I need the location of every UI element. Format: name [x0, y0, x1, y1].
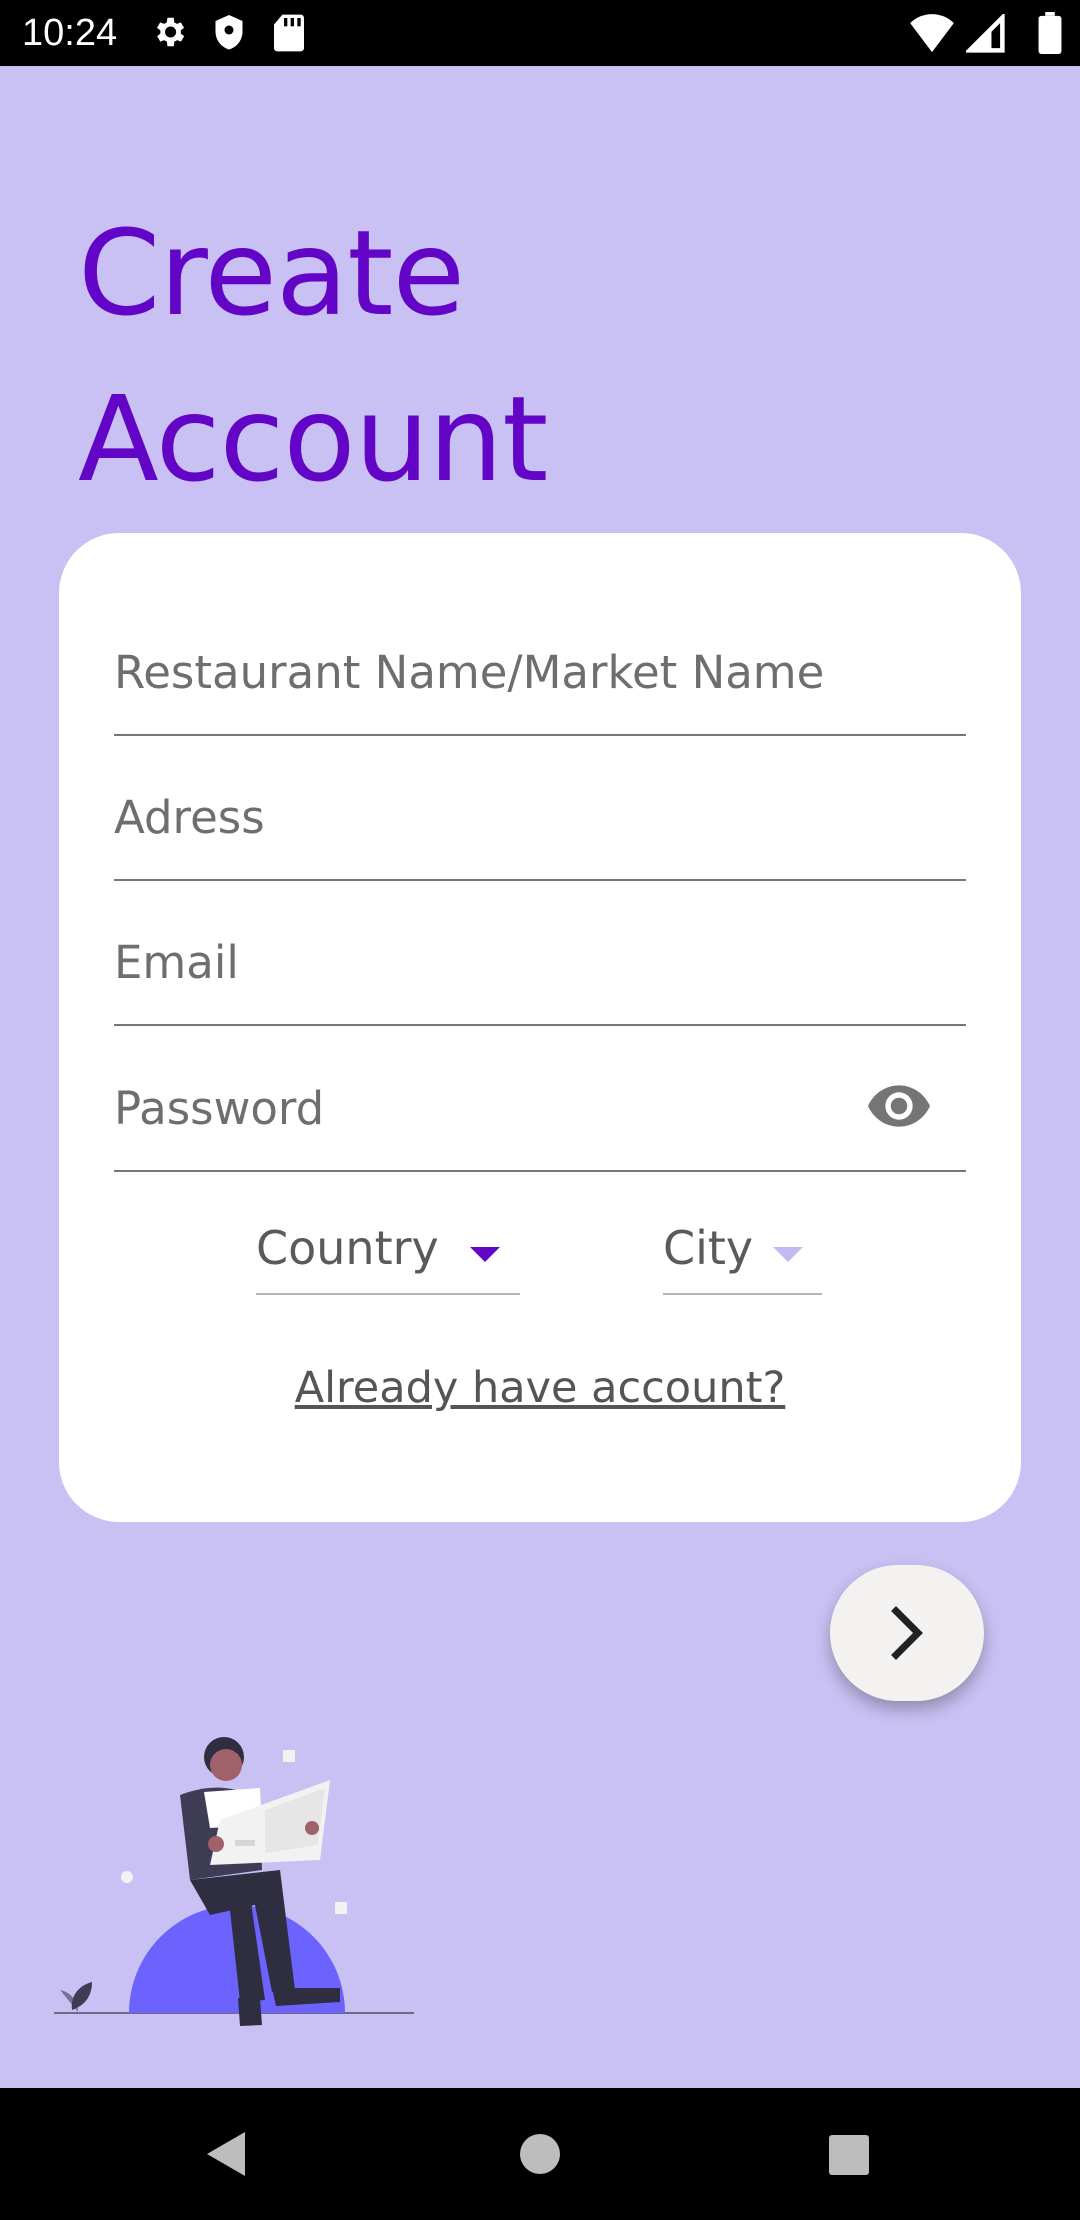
sd-card-icon [274, 14, 304, 52]
password-placeholder: Password [114, 1082, 325, 1135]
wifi-icon [910, 14, 954, 53]
signup-card: Restaurant Name/Market Name Adress Email… [59, 533, 1021, 1522]
chevron-right-icon [891, 1606, 923, 1660]
restaurant-name-placeholder: Restaurant Name/Market Name [114, 646, 825, 699]
password-field[interactable]: Password [114, 1024, 966, 1172]
address-placeholder: Adress [114, 791, 265, 844]
page-title: Create Account [78, 190, 548, 522]
home-icon[interactable] [518, 2132, 562, 2176]
title-line-1: Create [78, 204, 465, 342]
eye-icon[interactable] [868, 1084, 930, 1128]
battery-icon [1038, 12, 1062, 54]
signal-icon [966, 14, 1005, 53]
address-field[interactable]: Adress [114, 733, 966, 881]
already-have-account-link[interactable]: Already have account? [59, 1363, 1021, 1413]
status-time: 10:24 [22, 12, 118, 54]
country-caret-icon [470, 1247, 500, 1262]
email-placeholder: Email [114, 936, 239, 989]
next-button[interactable] [830, 1565, 984, 1701]
city-label: City [663, 1221, 754, 1275]
status-bar: 10:24 [0, 0, 1080, 66]
recents-icon[interactable] [827, 2133, 871, 2177]
country-dropdown[interactable]: Country [256, 1213, 520, 1295]
gear-icon [156, 17, 185, 47]
country-label: Country [256, 1221, 439, 1275]
email-field[interactable]: Email [114, 878, 966, 1026]
back-icon[interactable] [203, 2130, 249, 2178]
title-line-2: Account [78, 370, 548, 508]
navigation-bar [0, 2088, 1080, 2220]
city-caret-icon [773, 1247, 803, 1262]
city-dropdown[interactable]: City [663, 1213, 822, 1295]
shield-icon [215, 15, 243, 50]
man-reading-illustration [54, 1737, 414, 2026]
restaurant-name-field[interactable]: Restaurant Name/Market Name [114, 588, 966, 736]
